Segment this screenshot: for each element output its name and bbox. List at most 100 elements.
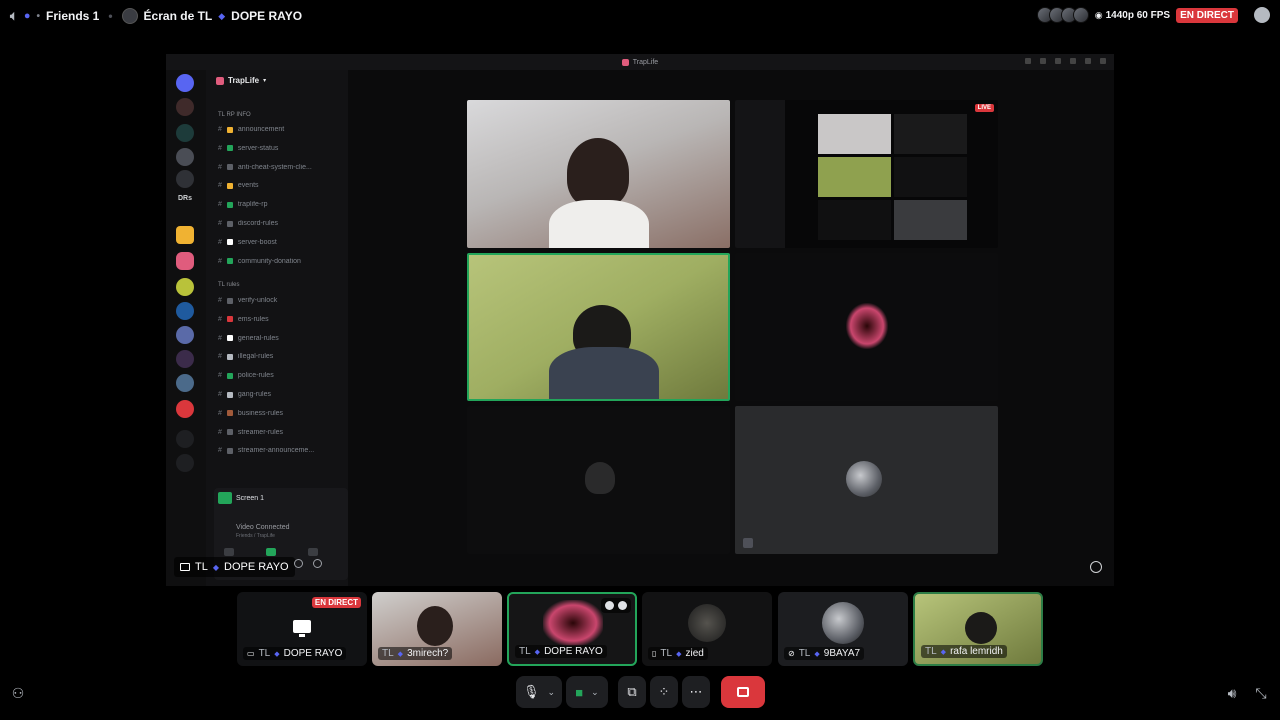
- hash-icon: #: [218, 144, 222, 152]
- hash-icon: #: [218, 220, 222, 227]
- hash-icon: #: [218, 353, 222, 361]
- top-bar-right: ◉ 1440p 60 FPS EN DIRECT: [1036, 7, 1270, 23]
- participant-card[interactable]: TL ◆ 3mirech?: [372, 592, 502, 666]
- volume-icon[interactable]: 🔊︎: [1224, 685, 1240, 701]
- channel-name: general-rules: [237, 334, 279, 342]
- server-rail: DRs: [166, 70, 206, 586]
- leave-call-icon: [737, 687, 749, 697]
- hash-icon: #: [218, 257, 222, 265]
- channel-name: community-donation: [237, 257, 301, 265]
- channel-name: anti-cheat-system-clie...: [237, 163, 312, 171]
- channel-item[interactable]: # server-status: [218, 145, 278, 152]
- hash-icon: #: [218, 201, 222, 209]
- hash-icon: #: [218, 409, 222, 417]
- participant-card[interactable]: EN DIRECT ▭ TL ◆ DOPE RAYO: [237, 592, 367, 666]
- participant-name: 3mirech?: [407, 648, 449, 659]
- hash-icon: #: [218, 315, 222, 323]
- server-name: TrapLife ▾: [216, 76, 266, 85]
- channel-emoji-icon: [226, 239, 233, 246]
- channel-item[interactable]: # ems-rules: [218, 316, 269, 323]
- chevron-down-icon[interactable]: [605, 601, 614, 610]
- hash-icon: #: [218, 163, 222, 171]
- top-bar: 🔈︎ ● • Friends 1 • Écran de TL ◆ DOPE RA…: [0, 0, 1280, 32]
- channel-emoji-icon: [226, 316, 233, 323]
- channel-item[interactable]: # general-rules: [218, 335, 279, 342]
- mic-off-icon: ⊘: [788, 649, 795, 658]
- channel-item[interactable]: # discord-rules: [218, 220, 278, 227]
- add-server-icon: [176, 430, 194, 448]
- friends-icon: ●: [23, 10, 31, 22]
- channel-item[interactable]: # announcement: [218, 126, 284, 133]
- camera-button[interactable]: ■ ⌄: [566, 676, 608, 708]
- video-tile-zied: [467, 406, 730, 554]
- channel-name: illegal-rules: [237, 353, 274, 361]
- channel-item[interactable]: # traplife-rp: [218, 201, 267, 208]
- headphones-icon: [294, 559, 303, 568]
- mic-button[interactable]: 🎙︎ ⌄: [516, 676, 562, 708]
- hash-icon: #: [218, 334, 222, 342]
- more-options-button[interactable]: ⋯: [682, 676, 710, 708]
- add-user-icon[interactable]: [618, 601, 627, 610]
- channel-name: streamer-announceme...: [237, 447, 315, 455]
- stream-label: Écran de TL: [143, 9, 213, 23]
- discord-home-icon: [176, 74, 194, 92]
- channel-name: traplife-rp: [237, 201, 268, 209]
- participant-name: DOPE RAYO: [544, 646, 603, 657]
- channel-name: business-rules: [237, 409, 284, 417]
- channel-emoji-icon: [226, 447, 233, 454]
- chat-icon[interactable]: [1254, 7, 1270, 23]
- viewer-avatars[interactable]: [1036, 7, 1089, 23]
- chevron-down-icon[interactable]: ⌄: [591, 687, 599, 698]
- channel-item[interactable]: # police-rules: [218, 372, 274, 379]
- channel-emoji-icon: [226, 220, 233, 227]
- channel-name: server-status: [237, 144, 279, 152]
- hash-icon: #: [218, 428, 222, 436]
- channel-item[interactable]: # business-rules: [218, 410, 283, 417]
- video-tile-9baya7: [735, 406, 998, 554]
- activities-button[interactable]: ⁘: [650, 676, 678, 708]
- voice-speaker-icon[interactable]: 🔈︎: [10, 8, 18, 24]
- participant-card[interactable]: ▯ TL ◆ zied: [642, 592, 772, 666]
- streamer-name[interactable]: DOPE RAYO: [231, 9, 302, 23]
- share-screen-icon: ⧉: [627, 684, 637, 699]
- leave-call-button[interactable]: [721, 676, 765, 708]
- channel-item[interactable]: # anti-cheat-system-clie...: [218, 164, 312, 171]
- channel-item[interactable]: # streamer-announceme...: [218, 447, 314, 454]
- screen-share-icon: [293, 620, 311, 637]
- participant-name: zied: [685, 648, 704, 659]
- video-tile-fangs: [735, 253, 998, 401]
- participant-card[interactable]: ⊘ TL ◆ 9BAYA7: [778, 592, 908, 666]
- channel-emoji-icon: [226, 258, 233, 265]
- share-screen-button[interactable]: ⧉: [618, 676, 646, 708]
- breadcrumb: 🔈︎ ● • Friends 1 • Écran de TL ◆ DOPE RA…: [10, 8, 303, 24]
- channel-name: streamer-rules: [237, 428, 284, 436]
- participant-controls[interactable]: [601, 598, 631, 613]
- dms-label: DRs: [178, 195, 193, 202]
- exit-fullscreen-icon[interactable]: ⤡: [1253, 685, 1269, 701]
- channel-item[interactable]: # verify-unlock: [218, 297, 277, 304]
- fangs-avatar: [846, 303, 888, 349]
- channel-name[interactable]: Friends 1: [46, 9, 99, 23]
- channel-list: TrapLife ▾ TL RP INFO # announcement # serv…: [206, 70, 348, 586]
- shared-screen: TrapLife DRs TrapLife ▾ TL RP INFO # anno…: [166, 54, 1114, 586]
- mic-off-icon: [743, 538, 753, 548]
- channel-item[interactable]: # community-donation: [218, 258, 301, 265]
- hash-icon: #: [218, 182, 222, 190]
- channel-item[interactable]: # illegal-rules: [218, 353, 273, 360]
- streamer-avatar: [121, 8, 138, 24]
- stream-user-label: TL ◆ DOPE RAYO: [174, 557, 295, 577]
- participant-card[interactable]: TL ◆ rafa lemridh: [913, 592, 1043, 666]
- video-tile-3mirech: [467, 100, 730, 248]
- channel-item[interactable]: # events: [218, 182, 259, 189]
- channel-name: police-rules: [237, 372, 274, 380]
- hash-icon: #: [218, 297, 222, 304]
- channel-item[interactable]: # server-boost: [218, 239, 277, 246]
- participant-card[interactable]: TL ◆ DOPE RAYO: [507, 592, 637, 666]
- voice-connected-label: Video Connected: [236, 524, 290, 531]
- channel-item[interactable]: # streamer-rules: [218, 429, 283, 436]
- channel-emoji-icon: [226, 126, 233, 133]
- chevron-down-icon[interactable]: ⌄: [547, 687, 555, 698]
- zoom-icon[interactable]: [1090, 561, 1102, 573]
- channel-name: gang-rules: [237, 391, 271, 398]
- channel-item[interactable]: # gang-rules: [218, 391, 271, 398]
